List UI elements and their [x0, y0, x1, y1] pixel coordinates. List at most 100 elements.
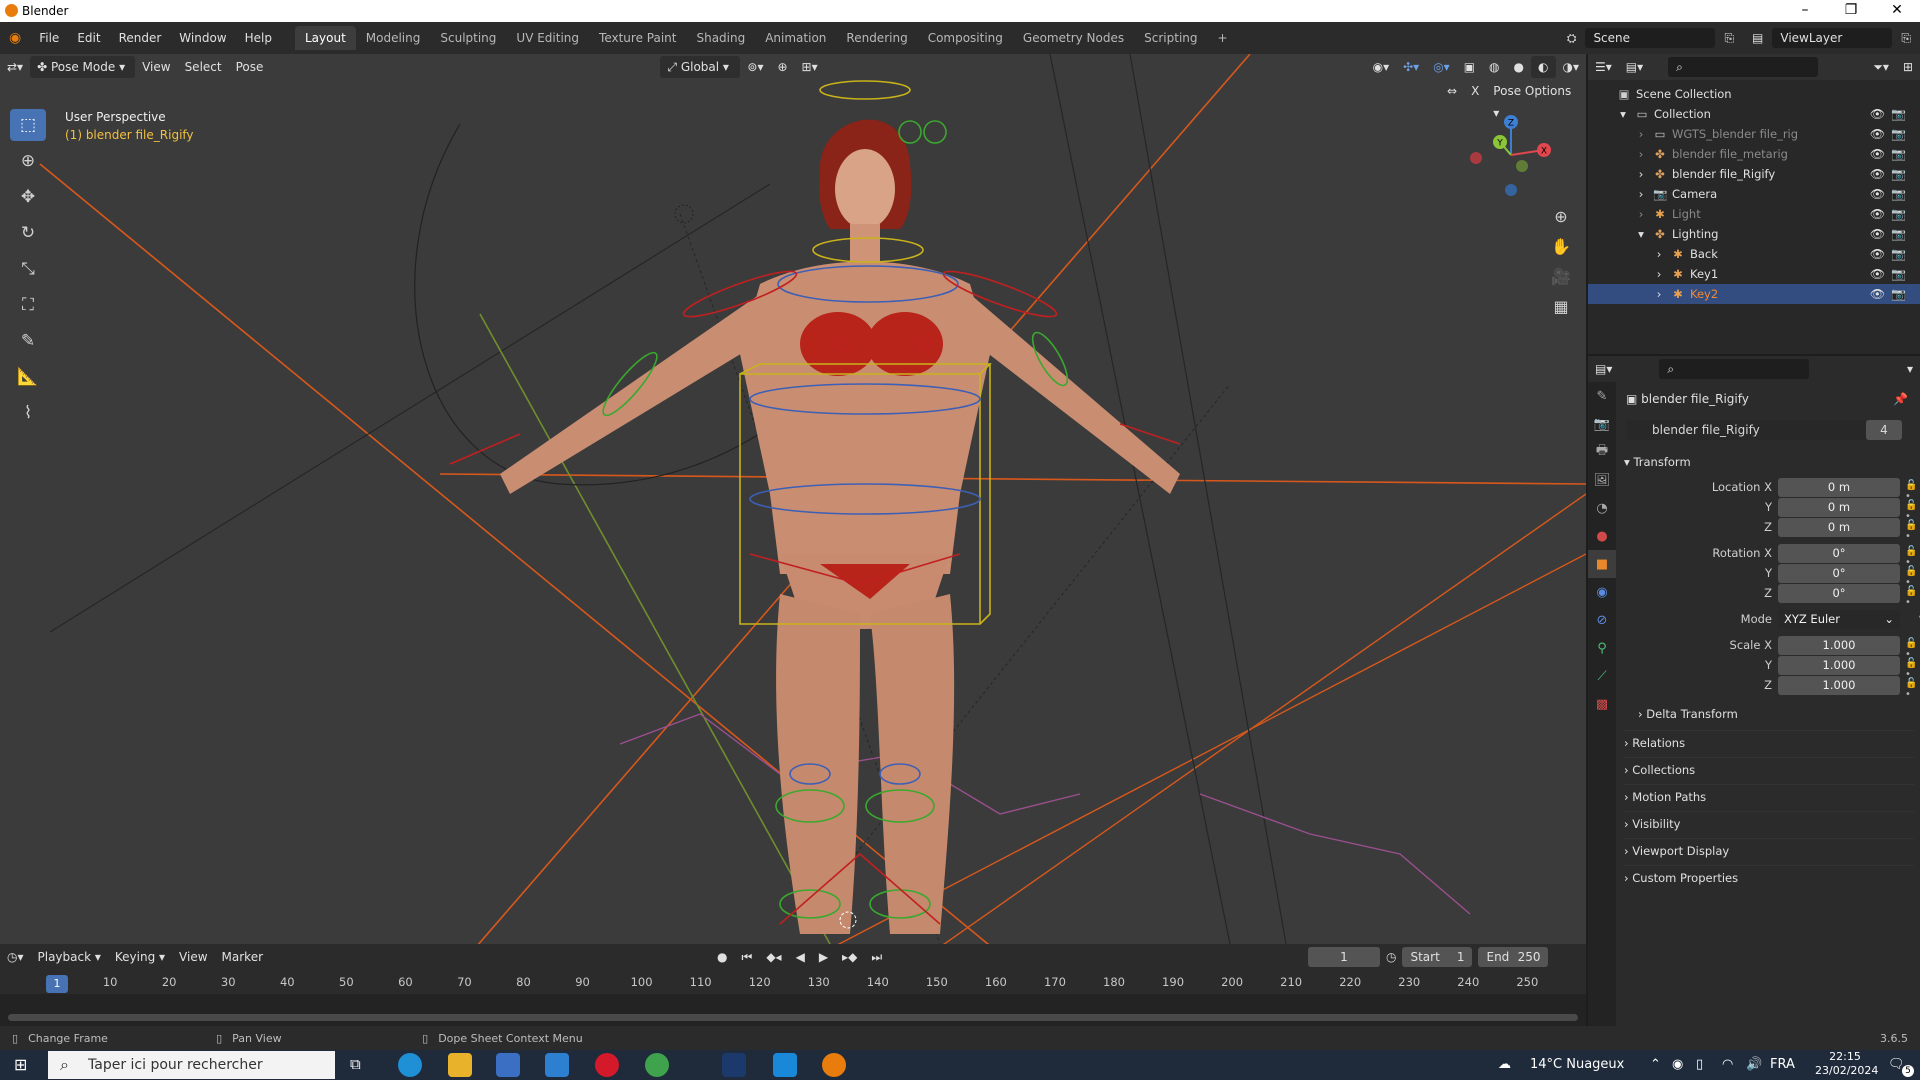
- snap-icon[interactable]: ⊕: [770, 56, 794, 78]
- wifi-icon[interactable]: ◠: [1722, 1050, 1733, 1080]
- rotation-mode-dropdown[interactable]: XYZ Euler ⌄: [1778, 610, 1900, 629]
- clock[interactable]: 22:15 23/02/2024: [1815, 1050, 1878, 1080]
- tool-tab-icon[interactable]: ✎: [1588, 382, 1616, 410]
- play-reverse-icon[interactable]: ◀: [789, 946, 812, 968]
- filter-icon[interactable]: ⏷▾: [1866, 56, 1896, 78]
- object-tab-icon[interactable]: ■: [1588, 550, 1616, 578]
- object-datablock-field[interactable]: blender file_Rigify: [1626, 420, 1866, 440]
- outliner-row[interactable]: › ▭ WGTS_blender file_rig 👁📷: [1588, 124, 1920, 144]
- pivot-icon[interactable]: ⊚▾: [740, 56, 770, 78]
- rotation-x-field[interactable]: 0°: [1778, 544, 1900, 563]
- bone-tab-icon[interactable]: ⟋: [1588, 662, 1616, 690]
- expand-arrow-icon[interactable]: ›: [1634, 124, 1648, 144]
- expand-arrow-icon[interactable]: ▾: [1634, 224, 1648, 244]
- visibility-panel-header[interactable]: › Visibility: [1624, 811, 1914, 835]
- transform-panel-header[interactable]: ▾ Transform: [1624, 450, 1914, 474]
- tray-chevron-icon[interactable]: ⌃: [1650, 1050, 1661, 1080]
- tab-layout[interactable]: Layout: [294, 26, 356, 50]
- photos-icon[interactable]: [773, 1053, 797, 1077]
- menu-view[interactable]: View: [135, 56, 177, 78]
- menu-view-timeline[interactable]: View: [172, 946, 214, 968]
- world-tab-icon[interactable]: ●: [1588, 522, 1616, 550]
- current-frame-field[interactable]: 1: [1308, 947, 1380, 967]
- render-tab-icon[interactable]: 📷: [1588, 410, 1616, 438]
- move-icon[interactable]: ✥: [10, 181, 46, 213]
- play-icon[interactable]: ▶: [812, 946, 835, 968]
- volume-icon[interactable]: 🔊: [1746, 1050, 1762, 1080]
- visibility-toggles[interactable]: 👁📷: [1870, 164, 1912, 184]
- close-button[interactable]: ✕: [1874, 0, 1920, 22]
- object-data-tab-icon[interactable]: ⚲: [1588, 634, 1616, 662]
- solid-shading-icon[interactable]: ●: [1507, 56, 1531, 78]
- tab-texture-paint[interactable]: Texture Paint: [589, 26, 686, 50]
- lock-icon[interactable]: 🔓•: [1905, 520, 1920, 542]
- edge-icon[interactable]: [398, 1053, 422, 1077]
- prev-keyframe-icon[interactable]: ◆◂: [759, 946, 788, 968]
- jump-end-icon[interactable]: ⏭: [864, 946, 889, 968]
- outliner-row[interactable]: › ✤ blender file_metarig 👁📷: [1588, 144, 1920, 164]
- chrome-icon[interactable]: [645, 1053, 669, 1077]
- zoom-icon[interactable]: ⊕: [1548, 204, 1574, 230]
- cursor-icon[interactable]: ⊕: [10, 145, 46, 177]
- expand-arrow-icon[interactable]: ›: [1652, 264, 1666, 284]
- x-mirror-icon[interactable]: X: [1464, 80, 1486, 102]
- relax-pose-icon[interactable]: ⌇: [10, 397, 46, 429]
- tab-shading[interactable]: Shading: [686, 26, 755, 50]
- output-tab-icon[interactable]: 🖶: [1588, 438, 1616, 466]
- task-view-icon[interactable]: ⧉: [350, 1055, 361, 1073]
- camera-view-icon[interactable]: 🎥: [1548, 264, 1574, 290]
- visibility-toggles[interactable]: 👁📷: [1870, 224, 1912, 244]
- mail-icon[interactable]: [545, 1053, 569, 1077]
- tab-modeling[interactable]: Modeling: [356, 26, 431, 50]
- timeline-area[interactable]: [0, 994, 1586, 1026]
- transform-orientation-dropdown[interactable]: ⤢ Global ▾: [660, 56, 741, 78]
- outliner-row[interactable]: ▾ ▭ Collection 👁📷: [1588, 104, 1920, 124]
- weather-text[interactable]: 14°C Nuageux: [1530, 1050, 1624, 1080]
- new-collection-icon[interactable]: ⊞: [1896, 56, 1920, 78]
- pan-hand-icon[interactable]: ✋: [1548, 234, 1574, 260]
- ortho-grid-icon[interactable]: ▦: [1548, 294, 1574, 320]
- motion-paths-panel-header[interactable]: › Motion Paths: [1624, 784, 1914, 808]
- outliner-editor-type-icon[interactable]: ☰▾: [1588, 56, 1619, 78]
- visibility-toggles[interactable]: 👁📷: [1870, 284, 1912, 304]
- gizmo-toggle-icon[interactable]: ✣▾: [1396, 56, 1426, 78]
- windows-start-icon[interactable]: ⊞: [14, 1055, 27, 1074]
- 3d-viewport[interactable]: ⇄▾ ✤ Pose Mode ▾ View Select Pose ⤢ Glob…: [0, 54, 1586, 944]
- tab-sculpting[interactable]: Sculpting: [430, 26, 506, 50]
- language-indicator[interactable]: FRA: [1770, 1050, 1795, 1080]
- jump-start-icon[interactable]: ⏮: [735, 946, 760, 968]
- pin-icon[interactable]: 📌: [1893, 392, 1908, 406]
- notification-icon[interactable]: 🗨: [1888, 1050, 1905, 1080]
- scale-icon[interactable]: ⤡: [10, 253, 46, 285]
- expand-arrow-icon[interactable]: ›: [1634, 144, 1648, 164]
- display-mode-icon[interactable]: ▤▾: [1619, 56, 1650, 78]
- relations-panel-header[interactable]: › Relations: [1624, 730, 1914, 754]
- tab-animation[interactable]: Animation: [755, 26, 836, 50]
- transform-icon[interactable]: ⛶: [10, 289, 46, 321]
- menu-keying[interactable]: Keying ▾: [108, 946, 172, 968]
- outliner-row[interactable]: ▾ ✤ Lighting 👁📷: [1588, 224, 1920, 244]
- outliner-row[interactable]: › ✱ Key1 👁📷: [1588, 264, 1920, 284]
- menu-render[interactable]: Render: [110, 26, 171, 50]
- keyframe-dot-icon[interactable]: •: [1905, 612, 1920, 623]
- menu-help[interactable]: Help: [236, 26, 281, 50]
- tab-compositing[interactable]: Compositing: [918, 26, 1013, 50]
- expand-arrow-icon[interactable]: ›: [1634, 204, 1648, 224]
- visibility-toggles[interactable]: 👁📷: [1870, 184, 1912, 204]
- tab-uv-editing[interactable]: UV Editing: [506, 26, 589, 50]
- material-shading-icon[interactable]: ◐: [1531, 56, 1556, 78]
- menu-playback[interactable]: Playback ▾: [31, 946, 108, 968]
- expand-arrow-icon[interactable]: ›: [1634, 164, 1648, 184]
- next-keyframe-icon[interactable]: ▸◆: [835, 946, 864, 968]
- rotation-y-field[interactable]: 0°: [1778, 564, 1900, 583]
- outliner-row[interactable]: › ✱ Key2 👁📷: [1588, 284, 1920, 304]
- add-workspace-button[interactable]: +: [1208, 26, 1238, 50]
- viewport-display-panel-header[interactable]: › Viewport Display: [1624, 838, 1914, 862]
- maximize-button[interactable]: ❐: [1828, 0, 1874, 22]
- new-viewlayer-icon[interactable]: ⎘: [1892, 26, 1920, 50]
- xray-icon[interactable]: ▣: [1457, 56, 1482, 78]
- pose-options-dropdown[interactable]: Pose Options ▾: [1486, 80, 1586, 120]
- visibility-toggles[interactable]: 👁📷: [1870, 104, 1912, 124]
- visibility-toggles[interactable]: 👁📷: [1870, 204, 1912, 224]
- view-layer-tab-icon[interactable]: 🖼: [1588, 466, 1616, 494]
